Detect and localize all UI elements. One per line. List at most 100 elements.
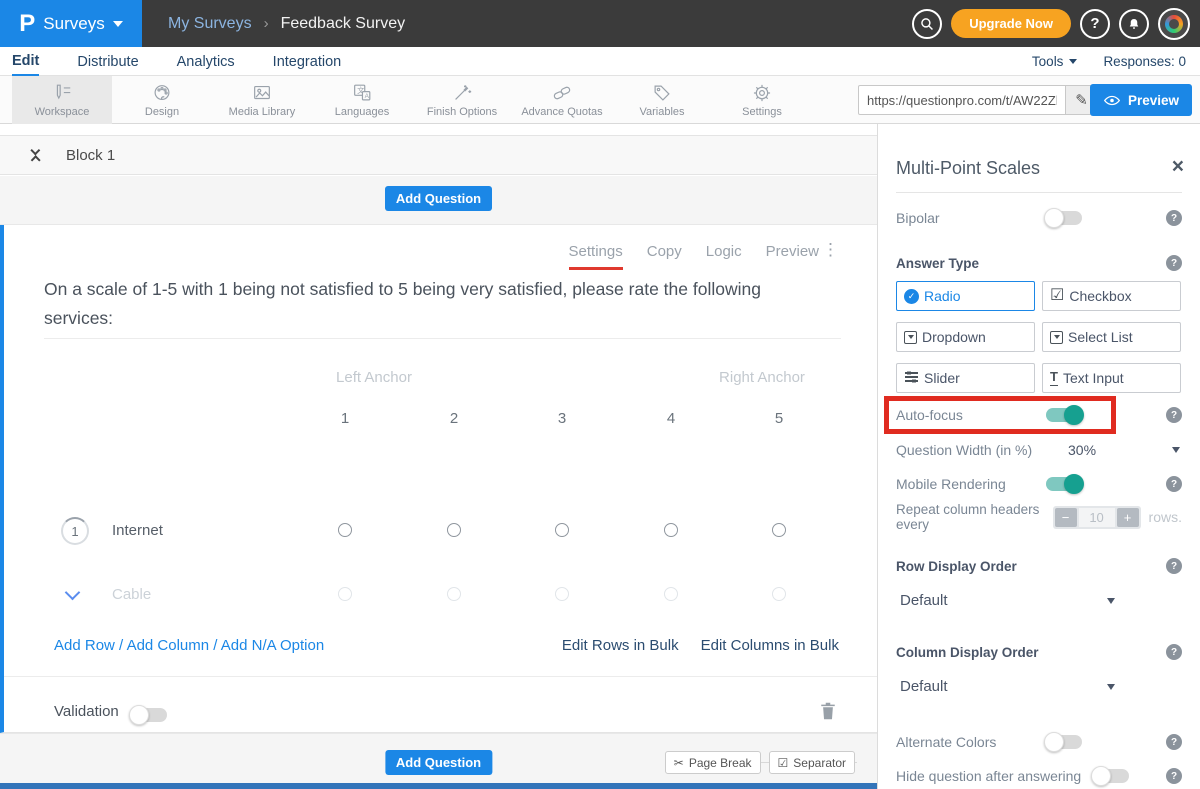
- edit-rows-in-bulk-link[interactable]: Edit Rows in Bulk: [562, 637, 679, 654]
- help-icon[interactable]: ?: [1166, 644, 1182, 660]
- help-icon[interactable]: ?: [1166, 734, 1182, 750]
- question-tab-settings[interactable]: Settings: [569, 243, 623, 270]
- radio-option[interactable]: [447, 587, 461, 601]
- delete-question-button[interactable]: [819, 701, 837, 726]
- scale-column-label[interactable]: 4: [617, 410, 725, 427]
- notifications-button[interactable]: [1119, 9, 1149, 39]
- toolbar-item-languages[interactable]: 文A Languages: [312, 76, 412, 124]
- help-button[interactable]: ?: [1080, 9, 1110, 39]
- toolbar-item-variables[interactable]: Variables: [612, 76, 712, 124]
- add-column-link[interactable]: Add Column: [127, 637, 210, 654]
- page-break-button[interactable]: ✂ Page Break: [665, 751, 761, 774]
- separator-button[interactable]: ☑ Separator: [769, 751, 855, 774]
- scale-column-label[interactable]: 1: [291, 410, 399, 427]
- breadcrumb-my-surveys[interactable]: My Surveys: [168, 15, 252, 33]
- question-text[interactable]: On a scale of 1-5 with 1 being not satis…: [44, 275, 814, 333]
- mobile-rendering-toggle[interactable]: [1046, 477, 1082, 491]
- autofocus-toggle[interactable]: [1046, 408, 1082, 422]
- block-title[interactable]: Block 1: [66, 147, 115, 164]
- row-reorder-chevron-icon[interactable]: [65, 585, 81, 601]
- preview-button[interactable]: Preview: [1090, 84, 1192, 116]
- help-icon[interactable]: ?: [1166, 407, 1182, 423]
- radio-option[interactable]: [447, 523, 461, 537]
- next-question-edge[interactable]: [0, 783, 877, 789]
- radio-option[interactable]: [555, 587, 569, 601]
- radio-option[interactable]: [555, 523, 569, 537]
- answer-type-dropdown[interactable]: Dropdown: [896, 322, 1035, 352]
- help-icon[interactable]: ?: [1166, 476, 1182, 492]
- answer-type-checkbox[interactable]: ☑ Checkbox: [1042, 281, 1181, 311]
- row-label[interactable]: Cable: [112, 586, 151, 603]
- edit-columns-in-bulk-link[interactable]: Edit Columns in Bulk: [701, 637, 839, 654]
- row-label[interactable]: Internet: [112, 522, 163, 539]
- add-row-link[interactable]: Add Row: [54, 637, 115, 654]
- select-list-box-icon: [1050, 331, 1063, 344]
- answer-type-slider[interactable]: Slider: [896, 363, 1035, 393]
- responses-count[interactable]: Responses: 0: [1103, 54, 1186, 69]
- bipolar-label: Bipolar: [896, 210, 940, 226]
- product-label: Surveys: [43, 14, 104, 34]
- scale-column-label[interactable]: 2: [400, 410, 508, 427]
- help-icon[interactable]: ?: [1166, 255, 1182, 271]
- help-icon[interactable]: ?: [1166, 768, 1182, 784]
- stepper-minus-button[interactable]: −: [1055, 508, 1077, 527]
- add-na-option-link[interactable]: Add N/A Option: [221, 637, 324, 654]
- toolbar-item-workspace[interactable]: Workspace: [12, 76, 112, 124]
- right-anchor-label[interactable]: Right Anchor: [692, 369, 832, 386]
- collapse-block-icon[interactable]: [28, 147, 42, 163]
- bell-icon: [1126, 16, 1142, 32]
- radio-option[interactable]: [338, 587, 352, 601]
- radio-option[interactable]: [772, 523, 786, 537]
- help-icon[interactable]: ?: [1166, 558, 1182, 574]
- alternate-colors-toggle[interactable]: [1046, 735, 1082, 749]
- add-question-button-top[interactable]: Add Question: [385, 186, 492, 211]
- surveys-product-menu[interactable]: P Surveys: [0, 0, 142, 47]
- upgrade-now-button[interactable]: Upgrade Now: [951, 9, 1071, 38]
- stepper-value[interactable]: 10: [1079, 508, 1115, 527]
- caret-down-icon[interactable]: [1172, 447, 1180, 453]
- question-tab-copy[interactable]: Copy: [647, 243, 682, 270]
- tab-edit[interactable]: Edit: [12, 47, 39, 76]
- answer-type-text-input[interactable]: T Text Input: [1042, 363, 1181, 393]
- trash-icon: [819, 701, 837, 721]
- answer-type-radio[interactable]: ✓ Radio: [896, 281, 1035, 311]
- row-display-order-select[interactable]: Default: [900, 592, 1115, 609]
- question-width-value[interactable]: 30%: [1068, 442, 1096, 458]
- radio-option[interactable]: [664, 523, 678, 537]
- search-button[interactable]: [912, 9, 942, 39]
- tab-analytics[interactable]: Analytics: [177, 47, 235, 76]
- survey-url-input[interactable]: [858, 85, 1066, 115]
- tab-integration[interactable]: Integration: [273, 47, 342, 76]
- validation-toggle[interactable]: [131, 708, 167, 722]
- radio-option[interactable]: [338, 523, 352, 537]
- radio-option[interactable]: [772, 587, 786, 601]
- scale-column-label[interactable]: 3: [508, 410, 616, 427]
- toolbar-item-advance-quotas[interactable]: Advance Quotas: [512, 76, 612, 124]
- answer-type-select-list[interactable]: Select List: [1042, 322, 1181, 352]
- toolbar-item-finish-options[interactable]: Finish Options: [412, 76, 512, 124]
- toolbar-item-design[interactable]: Design: [112, 76, 212, 124]
- scale-column-label[interactable]: 5: [725, 410, 833, 427]
- left-anchor-label[interactable]: Left Anchor: [304, 369, 444, 386]
- divider: [44, 338, 841, 339]
- question-tab-logic[interactable]: Logic: [706, 243, 742, 270]
- bulk-edit-links: Edit Rows in Bulk Edit Columns in Bulk: [562, 637, 839, 654]
- toolbar-item-settings[interactable]: Settings: [712, 76, 812, 124]
- user-avatar[interactable]: [1158, 8, 1190, 40]
- stepper-plus-button[interactable]: +: [1117, 508, 1139, 527]
- add-question-button-bottom[interactable]: Add Question: [385, 750, 492, 775]
- column-display-order-select[interactable]: Default: [900, 678, 1115, 695]
- toolbar-item-media-library[interactable]: Media Library: [212, 76, 312, 124]
- validation-row: Validation: [4, 693, 881, 733]
- hide-question-toggle[interactable]: [1093, 769, 1129, 783]
- question-more-menu[interactable]: ⋮: [822, 241, 839, 258]
- radio-option[interactable]: [664, 587, 678, 601]
- tools-label: Tools: [1032, 54, 1064, 69]
- help-icon[interactable]: ?: [1166, 210, 1182, 226]
- bipolar-toggle[interactable]: [1046, 211, 1082, 225]
- svg-text:A: A: [365, 93, 370, 100]
- tools-menu[interactable]: Tools: [1032, 54, 1078, 69]
- tab-distribute[interactable]: Distribute: [77, 47, 138, 76]
- question-tab-preview[interactable]: Preview: [766, 243, 819, 270]
- close-panel-button[interactable]: ×: [1172, 156, 1184, 177]
